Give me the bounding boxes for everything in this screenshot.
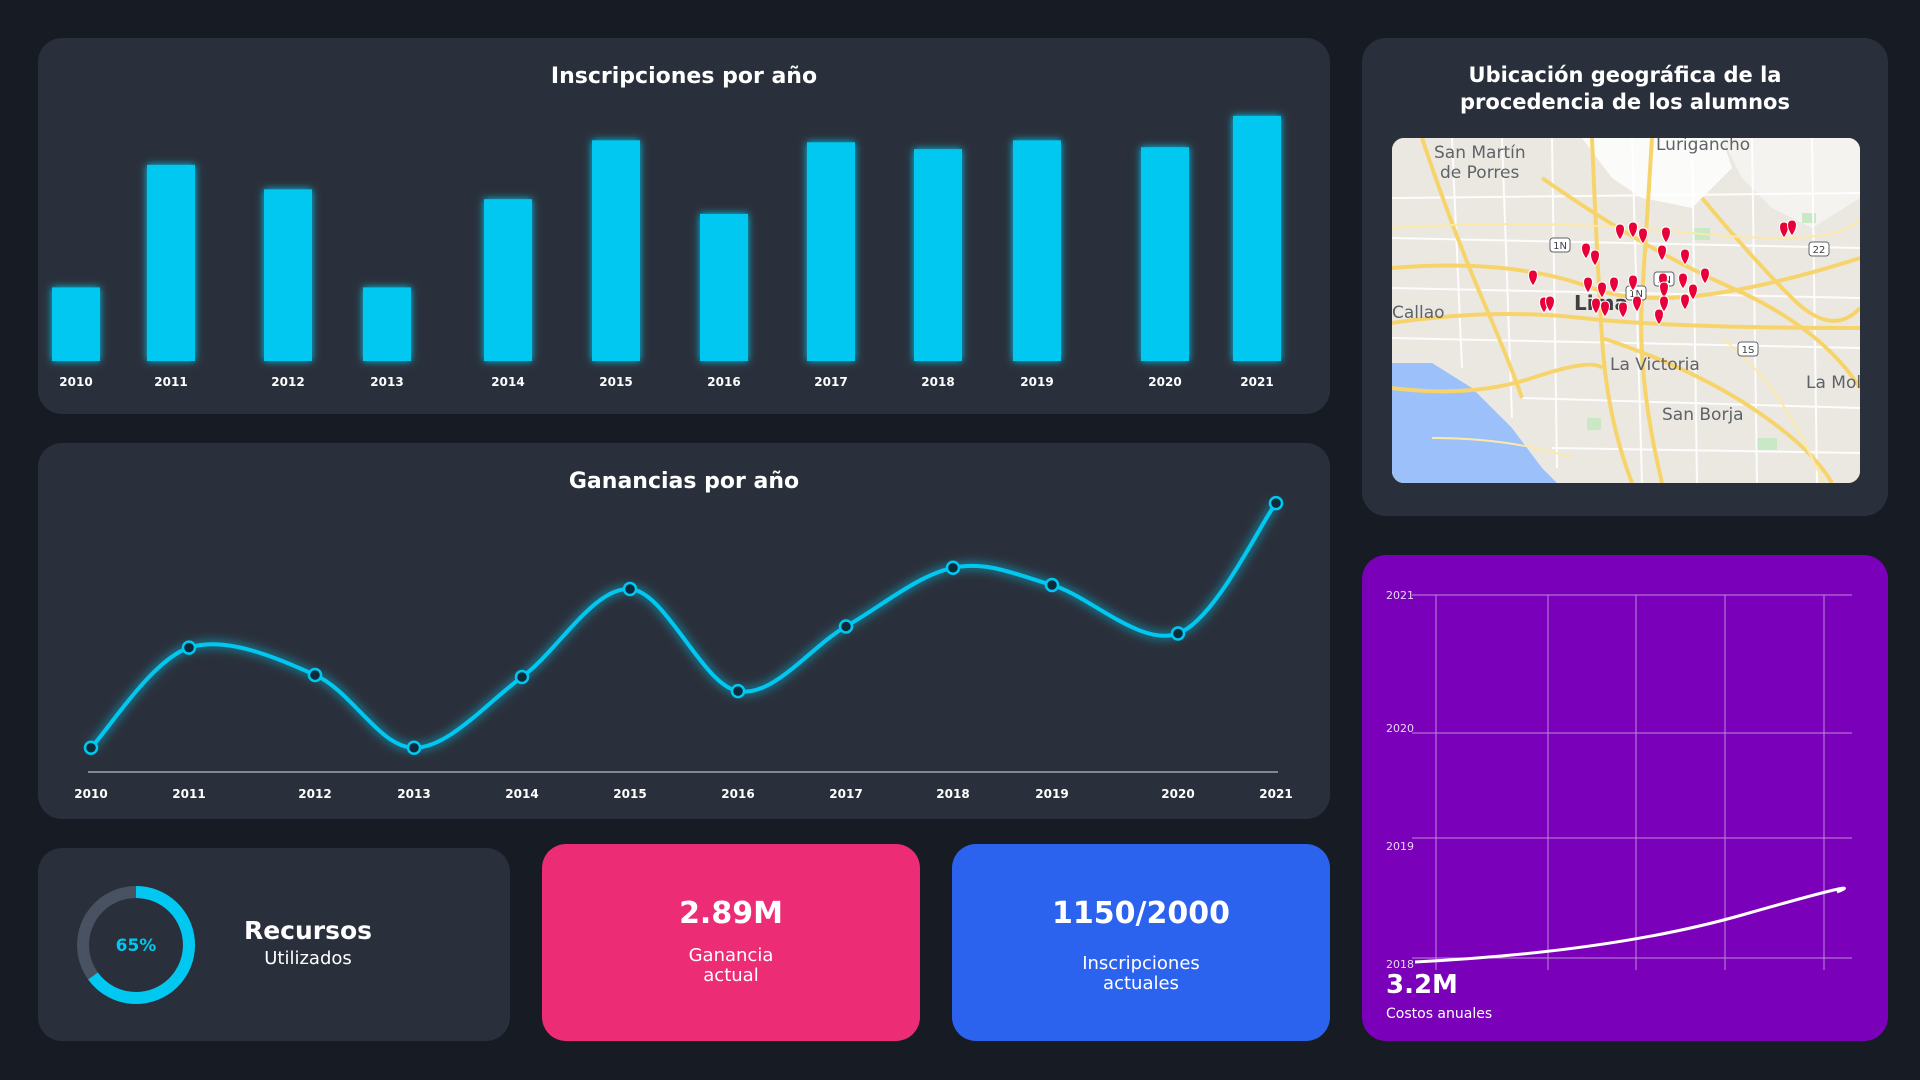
enrollment-bar xyxy=(264,189,312,361)
costs-y-tick: 2019 xyxy=(1386,840,1414,853)
earnings-x-tick: 2019 xyxy=(1035,787,1068,801)
enrollment-bar xyxy=(807,142,855,361)
costs-card: 2021 2020 2019 2018 3.2M Costos anuales xyxy=(1362,555,1888,1041)
enrollment-x-tick: 2010 xyxy=(59,375,92,389)
enrollment-x-tick: 2019 xyxy=(1020,375,1053,389)
earnings-x-tick: 2010 xyxy=(74,787,107,801)
enrollment-bar xyxy=(1013,140,1061,361)
enrollment-x-tick: 2012 xyxy=(271,375,304,389)
earnings-x-tick: 2014 xyxy=(505,787,538,801)
enrollment-bar xyxy=(700,213,748,361)
gain-label: Ganancia actual xyxy=(688,945,774,986)
earnings-point xyxy=(945,560,961,576)
resources-title: Recursos xyxy=(243,916,373,945)
enrollment-x-tick: 2014 xyxy=(491,375,524,389)
earnings-x-tick: 2020 xyxy=(1161,787,1194,801)
map-view[interactable]: 1N 1N 1N 22 1S San Martín de Porres Luri… xyxy=(1392,138,1860,483)
earnings-line-chart: 2010 2011 2012 2013 2014 2015 2016 2017 2018 2019… xyxy=(74,495,1293,801)
map-label-de-porres: de Porres xyxy=(1440,163,1519,183)
enrollment-bar xyxy=(1141,147,1189,361)
earnings-x-tick: 2018 xyxy=(936,787,969,801)
map-label-san-borja: San Borja xyxy=(1662,405,1744,425)
earnings-series-line xyxy=(89,501,1278,750)
enrollment-x-tick: 2013 xyxy=(370,375,403,389)
enrollment-x-tick: 2015 xyxy=(599,375,632,389)
earnings-point xyxy=(514,669,530,685)
earnings-point xyxy=(1044,577,1060,593)
enrollment-x-tick: 2017 xyxy=(814,375,847,389)
enrollment-x-tick: 2020 xyxy=(1148,375,1181,389)
enrollment-x-tick: 2021 xyxy=(1240,375,1273,389)
enrollments-bar-chart: 2010 2011 2012 2013 2014 2015 2016 2017 2018 2019… xyxy=(52,115,1281,389)
svg-text:1N: 1N xyxy=(1553,241,1567,252)
enrollment-bar xyxy=(914,149,962,361)
map-card: Ubicación geográfica de la procedencia d… xyxy=(1362,38,1888,516)
map-title-line2: procedencia de los alumnos xyxy=(1460,90,1790,114)
costs-line-chart: 2021 2020 2019 2018 xyxy=(1386,589,1852,971)
gain-card: 2.89M Ganancia actual xyxy=(542,844,920,1041)
earnings-point xyxy=(406,740,422,755)
enrollment-x-tick: 2016 xyxy=(707,375,740,389)
resources-percent: 65% xyxy=(116,936,157,956)
enrollment-bar xyxy=(1233,115,1281,361)
map-label-callao: Callao xyxy=(1392,303,1445,323)
resources-card: 65% Recursos Utilizados xyxy=(38,848,510,1041)
enrollment-bar xyxy=(147,164,195,361)
earnings-point xyxy=(1268,495,1284,511)
earnings-x-tick: 2013 xyxy=(397,787,430,801)
earnings-point xyxy=(307,667,323,683)
map-label-la-molina: La Mol xyxy=(1806,373,1860,393)
map-title-line1: Ubicación geográfica de la xyxy=(1468,63,1782,87)
inscriptions-card: 1150/2000 Inscripciones actuales xyxy=(952,844,1330,1041)
map-title: Ubicación geográfica de la procedencia d… xyxy=(1362,62,1888,116)
earnings-x-tick: 2012 xyxy=(298,787,331,801)
earnings-point xyxy=(83,740,99,755)
earnings-x-tick: 2017 xyxy=(829,787,862,801)
earnings-point xyxy=(181,640,197,655)
earnings-point xyxy=(622,581,638,597)
gain-value: 2.89M xyxy=(679,896,783,931)
costs-y-tick: 2020 xyxy=(1386,722,1414,735)
earnings-point xyxy=(730,683,746,699)
inscriptions-value: 1150/2000 xyxy=(1052,896,1230,931)
costs-series-line xyxy=(1414,886,1846,964)
costs-label: Costos anuales xyxy=(1386,1006,1493,1022)
enrollment-x-tick: 2018 xyxy=(921,375,954,389)
enrollment-bar xyxy=(592,140,640,361)
enrollment-bar xyxy=(363,287,411,361)
enrollment-bar xyxy=(484,199,532,361)
costs-value: 3.2M xyxy=(1386,970,1458,1000)
earnings-x-tick: 2011 xyxy=(172,787,205,801)
enrollment-bar xyxy=(52,287,100,361)
svg-text:22: 22 xyxy=(1813,245,1826,256)
map-canvas: 1N 1N 1N 22 1S San Martín de Porres Luri… xyxy=(1392,138,1860,483)
earnings-x-tick: 2021 xyxy=(1259,787,1292,801)
earnings-point xyxy=(1170,626,1186,641)
costs-y-tick: 2021 xyxy=(1386,589,1414,602)
map-label-la-victoria: La Victoria xyxy=(1610,355,1700,375)
earnings-x-tick: 2015 xyxy=(613,787,646,801)
inscriptions-label: Inscripciones actuales xyxy=(1082,953,1200,994)
resources-donut-chart: 65% xyxy=(77,886,195,1004)
enrollments-card: Inscripciones por año 2010 2011 2012 2013 20… xyxy=(38,38,1330,414)
map-label-lurigancho: Lurigancho xyxy=(1656,138,1750,155)
earnings-x-tick: 2016 xyxy=(721,787,754,801)
svg-text:1S: 1S xyxy=(1742,345,1755,356)
resources-subtitle: Utilizados xyxy=(264,948,352,969)
enrollment-x-tick: 2011 xyxy=(154,375,187,389)
earnings-card: Ganancias por año 2010 2011 2012 2013 2014 20… xyxy=(38,443,1330,819)
map-label-san-martin: San Martín xyxy=(1434,143,1526,163)
earnings-point xyxy=(838,619,854,634)
